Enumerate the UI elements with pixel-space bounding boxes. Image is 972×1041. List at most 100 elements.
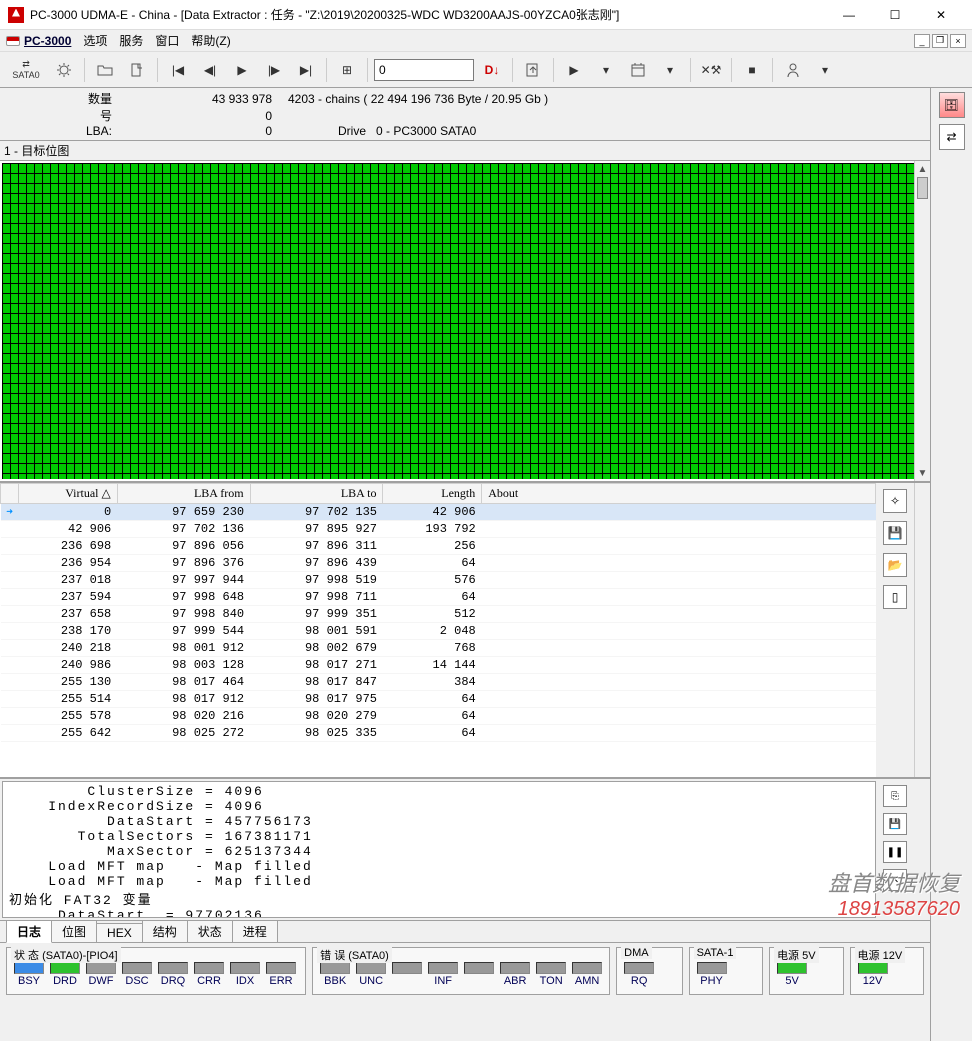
drive-label: Drive — [338, 124, 366, 138]
led-bsy: BSY — [11, 962, 47, 992]
minimize-button[interactable]: — — [826, 0, 872, 30]
calendar-button[interactable] — [624, 56, 652, 84]
table-row[interactable]: 240 21898 001 91298 002 679768 — [1, 640, 876, 657]
dropdown2-button[interactable]: ▾ — [656, 56, 684, 84]
menu-help[interactable]: 帮助(Z) — [191, 32, 230, 49]
export-button[interactable] — [519, 56, 547, 84]
led-indicator — [320, 962, 350, 974]
log-save-button[interactable]: 💾 — [883, 813, 907, 835]
table-scrollbar[interactable] — [914, 483, 930, 777]
tools-button[interactable]: ✕⚒ — [697, 56, 725, 84]
table-new-button[interactable]: ✧ — [883, 489, 907, 513]
person-button[interactable] — [779, 56, 807, 84]
sata0-connector-button[interactable]: ⇄SATA0 — [6, 56, 46, 84]
menu-options[interactable]: 选项 — [83, 32, 107, 49]
col-about[interactable]: About — [482, 484, 876, 504]
table-row[interactable]: 240 98698 003 12898 017 27114 144 — [1, 657, 876, 674]
table-row[interactable]: 236 69897 896 05697 896 311256 — [1, 538, 876, 555]
table-row[interactable]: 237 59497 998 64897 998 71164 — [1, 589, 876, 606]
bitmap-grid[interactable] — [2, 163, 914, 479]
table-row[interactable]: 255 57898 020 21698 020 27964 — [1, 708, 876, 725]
tab-struct[interactable]: 结构 — [142, 920, 188, 942]
gear-button[interactable] — [50, 56, 78, 84]
qty-value: 43 933 978 — [120, 90, 280, 107]
side-connector-icon[interactable]: ⇄ — [939, 124, 965, 150]
led-label: ABR — [504, 975, 527, 987]
col-lba-to[interactable]: LBA to — [250, 484, 383, 504]
scroll-thumb[interactable] — [917, 177, 928, 199]
mdi-minimize-button[interactable]: _ — [914, 34, 930, 48]
menu-window[interactable]: 窗口 — [155, 32, 179, 49]
log-copy-button[interactable]: ⎘ — [883, 785, 907, 807]
tab-hex[interactable]: HEX — [96, 923, 143, 942]
stop-button[interactable]: ■ — [738, 56, 766, 84]
led-label: DWF — [88, 975, 113, 987]
table-row[interactable]: 237 65897 998 84097 999 351512 — [1, 606, 876, 623]
led-unc: UNC — [353, 962, 389, 992]
table-row[interactable]: 255 64298 025 27298 025 33564 — [1, 725, 876, 742]
tab-bitmap[interactable]: 位图 — [51, 920, 97, 942]
d-down-button[interactable]: D↓ — [478, 56, 506, 84]
led-amn: AMN — [569, 962, 605, 992]
table-row[interactable]: 255 13098 017 46498 017 847384 — [1, 674, 876, 691]
led-ton: TON — [533, 962, 569, 992]
led-label: RQ — [631, 975, 648, 987]
grid-button[interactable]: ⊞ — [333, 56, 361, 84]
tab-process[interactable]: 进程 — [232, 920, 278, 942]
table-row[interactable]: 42 90697 702 13697 895 927193 792 — [1, 521, 876, 538]
led-label: INF — [434, 975, 452, 987]
table-row[interactable]: 237 01897 997 94497 998 519576 — [1, 572, 876, 589]
data-table[interactable]: Virtual △ LBA from LBA to Length About ➜… — [0, 483, 876, 777]
mdi-close-button[interactable]: × — [950, 34, 966, 48]
table-row[interactable]: 255 51498 017 91298 017 97564 — [1, 691, 876, 708]
led-abr: ABR — [497, 962, 533, 992]
maximize-button[interactable]: ☐ — [872, 0, 918, 30]
close-button[interactable]: ✕ — [918, 0, 964, 30]
led-indicator — [536, 962, 566, 974]
number-input[interactable] — [374, 59, 474, 81]
last-button[interactable]: ▶| — [292, 56, 320, 84]
play-button[interactable]: ▶ — [228, 56, 256, 84]
led-blank — [461, 962, 497, 992]
led-label: ERR — [269, 975, 292, 987]
table-row[interactable]: 236 95497 896 37697 896 43964 — [1, 555, 876, 572]
col-virtual[interactable]: Virtual △ — [19, 484, 118, 504]
led-drd: DRD — [47, 962, 83, 992]
led-label: PHY — [700, 975, 723, 987]
led-indicator — [572, 962, 602, 974]
table-open-button[interactable]: 📂 — [883, 553, 907, 577]
new-file-button[interactable] — [123, 56, 151, 84]
menu-services[interactable]: 服务 — [119, 32, 143, 49]
table-row[interactable]: ➜ 097 659 23097 702 13542 906 — [1, 504, 876, 521]
first-button[interactable]: |◀ — [164, 56, 192, 84]
scroll-down-icon[interactable]: ▼ — [915, 465, 930, 481]
led-5v: 5V — [774, 962, 810, 992]
bitmap-scrollbar[interactable]: ▲ ▼ — [914, 161, 930, 481]
tab-status[interactable]: 状态 — [187, 920, 233, 942]
menu-pc3000[interactable]: PC-3000 — [6, 34, 71, 48]
row-pointer-icon: ➜ — [6, 507, 13, 519]
tab-log[interactable]: 日志 — [6, 920, 52, 943]
dropdown3-button[interactable]: ▾ — [811, 56, 839, 84]
led-indicator — [194, 962, 224, 974]
mdi-restore-button[interactable]: ❐ — [932, 34, 948, 48]
led-indicator — [392, 962, 422, 974]
dropdown-button[interactable]: ▾ — [592, 56, 620, 84]
scroll-up-icon[interactable]: ▲ — [915, 161, 930, 177]
col-lba-from[interactable]: LBA from — [117, 484, 250, 504]
col-length[interactable]: Length — [383, 484, 482, 504]
side-db-icon[interactable]: 🗄 — [939, 92, 965, 118]
table-save-button[interactable]: 💾 — [883, 521, 907, 545]
log-stop-button[interactable]: ✕ — [883, 869, 907, 891]
prev-button[interactable]: ◀| — [196, 56, 224, 84]
log-pause-button[interactable]: ❚❚ — [883, 841, 907, 863]
led-indicator — [624, 962, 654, 974]
menubar: PC-3000 选项 服务 窗口 帮助(Z) _ ❐ × — [0, 30, 972, 52]
open-file-button[interactable] — [91, 56, 119, 84]
led-err: ERR — [263, 962, 299, 992]
run-button[interactable]: ▶ — [560, 56, 588, 84]
log-text[interactable]: ClusterSize = 4096 IndexRecordSize = 409… — [2, 781, 876, 918]
table-row[interactable]: 238 17097 999 54498 001 5912 048 — [1, 623, 876, 640]
next-button[interactable]: |▶ — [260, 56, 288, 84]
table-doc-button[interactable]: ▯ — [883, 585, 907, 609]
